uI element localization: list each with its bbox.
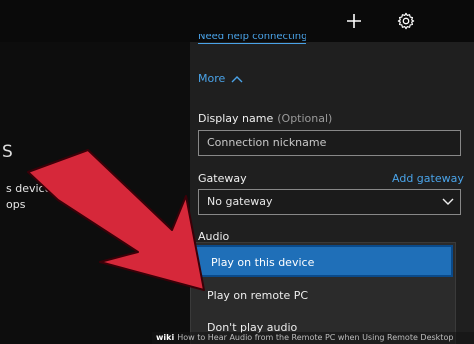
preview-text-fragment: s device. <box>6 182 55 195</box>
optional-hint: (Optional) <box>277 112 333 125</box>
more-toggle[interactable]: More <box>198 72 243 85</box>
preview-text-fragment: ops <box>6 198 26 211</box>
gateway-label: Gateway <box>198 172 247 185</box>
watermark-brand: wiki <box>156 333 175 342</box>
connection-settings-panel: Need help connecting? More Display name(… <box>190 34 474 344</box>
chevron-down-icon <box>442 198 454 205</box>
preview-text-fragment: S <box>2 142 13 162</box>
audio-dropdown: Play on this device Play on remote PC Do… <box>190 242 456 344</box>
app-window: S s device. ops Need help connecting? Mo… <box>0 0 474 344</box>
watermark-title: How to Hear Audio from the Remote PC whe… <box>177 333 454 342</box>
more-label: More <box>198 72 226 85</box>
help-link[interactable]: Need help connecting? <box>198 34 306 42</box>
audio-option-play-on-remote[interactable]: Play on remote PC <box>191 280 455 312</box>
remote-preview-area: S s device. ops <box>0 42 190 344</box>
add-gateway-link[interactable]: Add gateway <box>392 172 464 185</box>
display-name-label: Display name (Optional) <box>198 112 333 125</box>
plus-icon[interactable] <box>343 10 365 32</box>
gear-icon[interactable] <box>395 10 417 32</box>
gateway-value: No gateway <box>207 195 273 208</box>
gateway-select[interactable]: No gateway <box>198 189 461 215</box>
audio-option-play-on-device[interactable]: Play on this device <box>193 245 453 277</box>
help-link-underline <box>198 43 306 44</box>
chevron-up-icon <box>231 75 243 82</box>
watermark-bar: wiki How to Hear Audio from the Remote PC… <box>152 332 474 344</box>
display-name-input[interactable]: Connection nickname <box>198 130 461 156</box>
